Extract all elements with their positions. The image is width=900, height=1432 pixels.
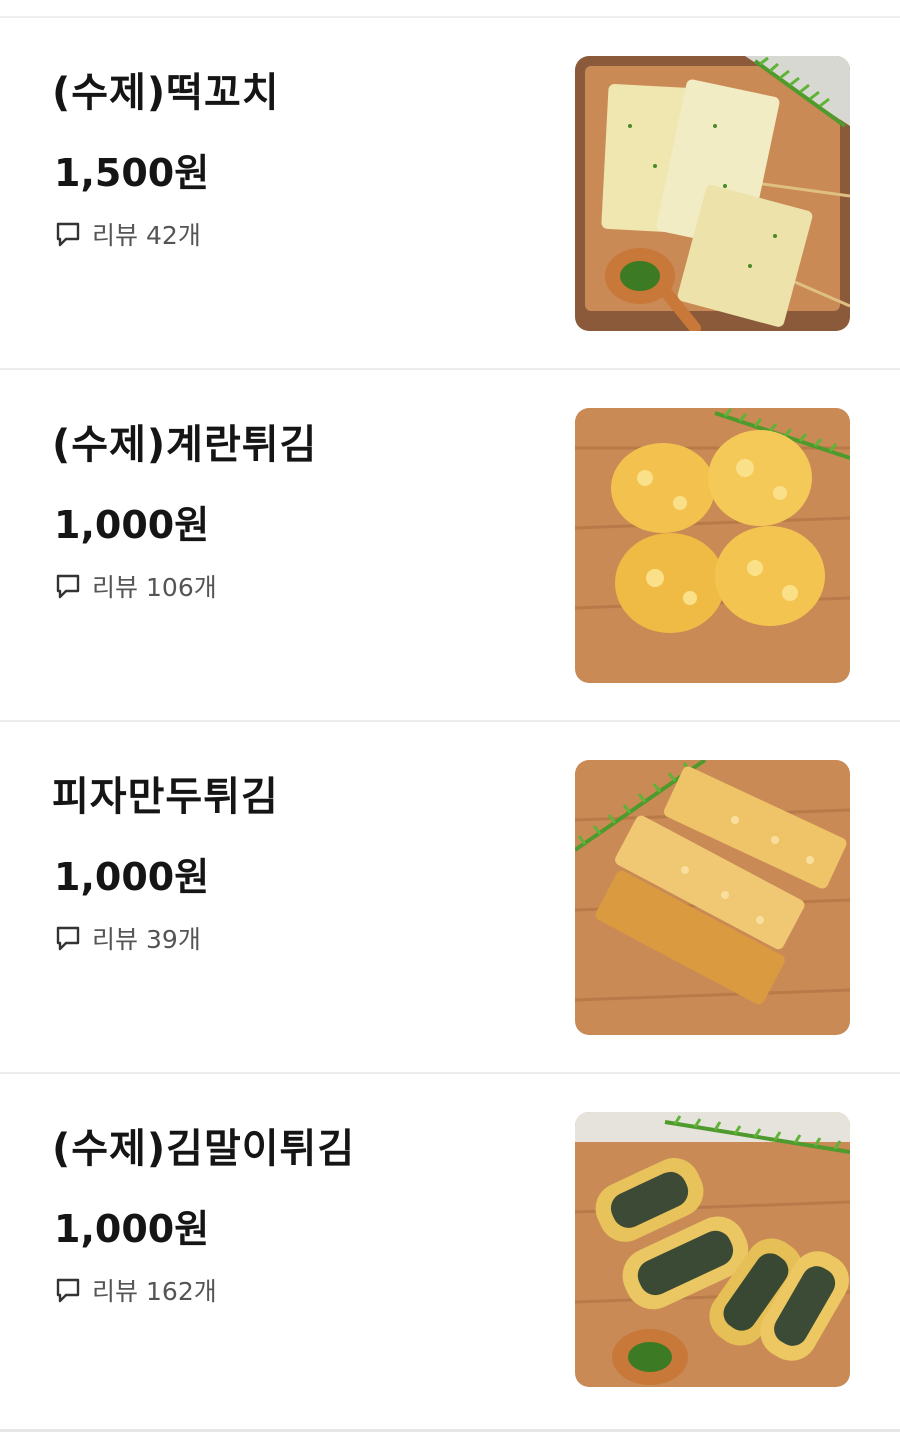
menu-item[interactable]: 피자만두튀김 1,000원 리뷰 39개 bbox=[0, 722, 900, 1074]
review-count: 39개 bbox=[146, 925, 201, 954]
seaweed-roll-tempura-photo bbox=[575, 1112, 850, 1387]
review-label: 리뷰 bbox=[92, 221, 139, 250]
speech-bubble-icon bbox=[56, 222, 80, 247]
menu-item-name: 피자만두튀김 bbox=[52, 774, 279, 820]
review-count: 42개 bbox=[146, 221, 201, 250]
menu-item-price: 1,000원 bbox=[54, 503, 210, 547]
menu-item[interactable]: (수제)떡꼬치 1,500원 리뷰 42개 bbox=[0, 18, 900, 370]
menu-item[interactable]: (수제)김말이튀김 1,000원 리뷰 162개 bbox=[0, 1074, 900, 1432]
speech-bubble-icon bbox=[56, 1278, 80, 1303]
rice-cake-skewer-photo bbox=[575, 56, 850, 331]
review-info: 리뷰 162개 bbox=[54, 1274, 217, 1306]
menu-item-price: 1,000원 bbox=[54, 855, 210, 899]
review-label: 리뷰 bbox=[92, 573, 139, 602]
pizza-dumpling-tempura-photo bbox=[575, 760, 850, 1035]
review-label: 리뷰 bbox=[92, 925, 139, 954]
speech-bubble-icon bbox=[56, 574, 80, 599]
menu-list: (수제)떡꼬치 1,500원 리뷰 42개 (수제)계란튀김 1,000원 리뷰… bbox=[0, 18, 900, 1432]
menu-item-name: (수제)김말이튀김 bbox=[52, 1126, 356, 1172]
menu-item-price: 1,500원 bbox=[54, 151, 210, 195]
review-count: 162개 bbox=[146, 1277, 217, 1306]
menu-item[interactable]: (수제)계란튀김 1,000원 리뷰 106개 bbox=[0, 370, 900, 722]
review-info: 리뷰 42개 bbox=[54, 218, 201, 250]
review-label: 리뷰 bbox=[92, 1277, 139, 1306]
speech-bubble-icon bbox=[56, 926, 80, 951]
fried-egg-tempura-photo bbox=[575, 408, 850, 683]
review-count: 106개 bbox=[146, 573, 217, 602]
top-divider bbox=[0, 0, 900, 18]
menu-item-name: (수제)떡꼬치 bbox=[52, 70, 280, 116]
menu-item-name: (수제)계란튀김 bbox=[52, 422, 318, 468]
review-info: 리뷰 39개 bbox=[54, 922, 201, 954]
review-info: 리뷰 106개 bbox=[54, 570, 217, 602]
menu-item-price: 1,000원 bbox=[54, 1207, 210, 1251]
